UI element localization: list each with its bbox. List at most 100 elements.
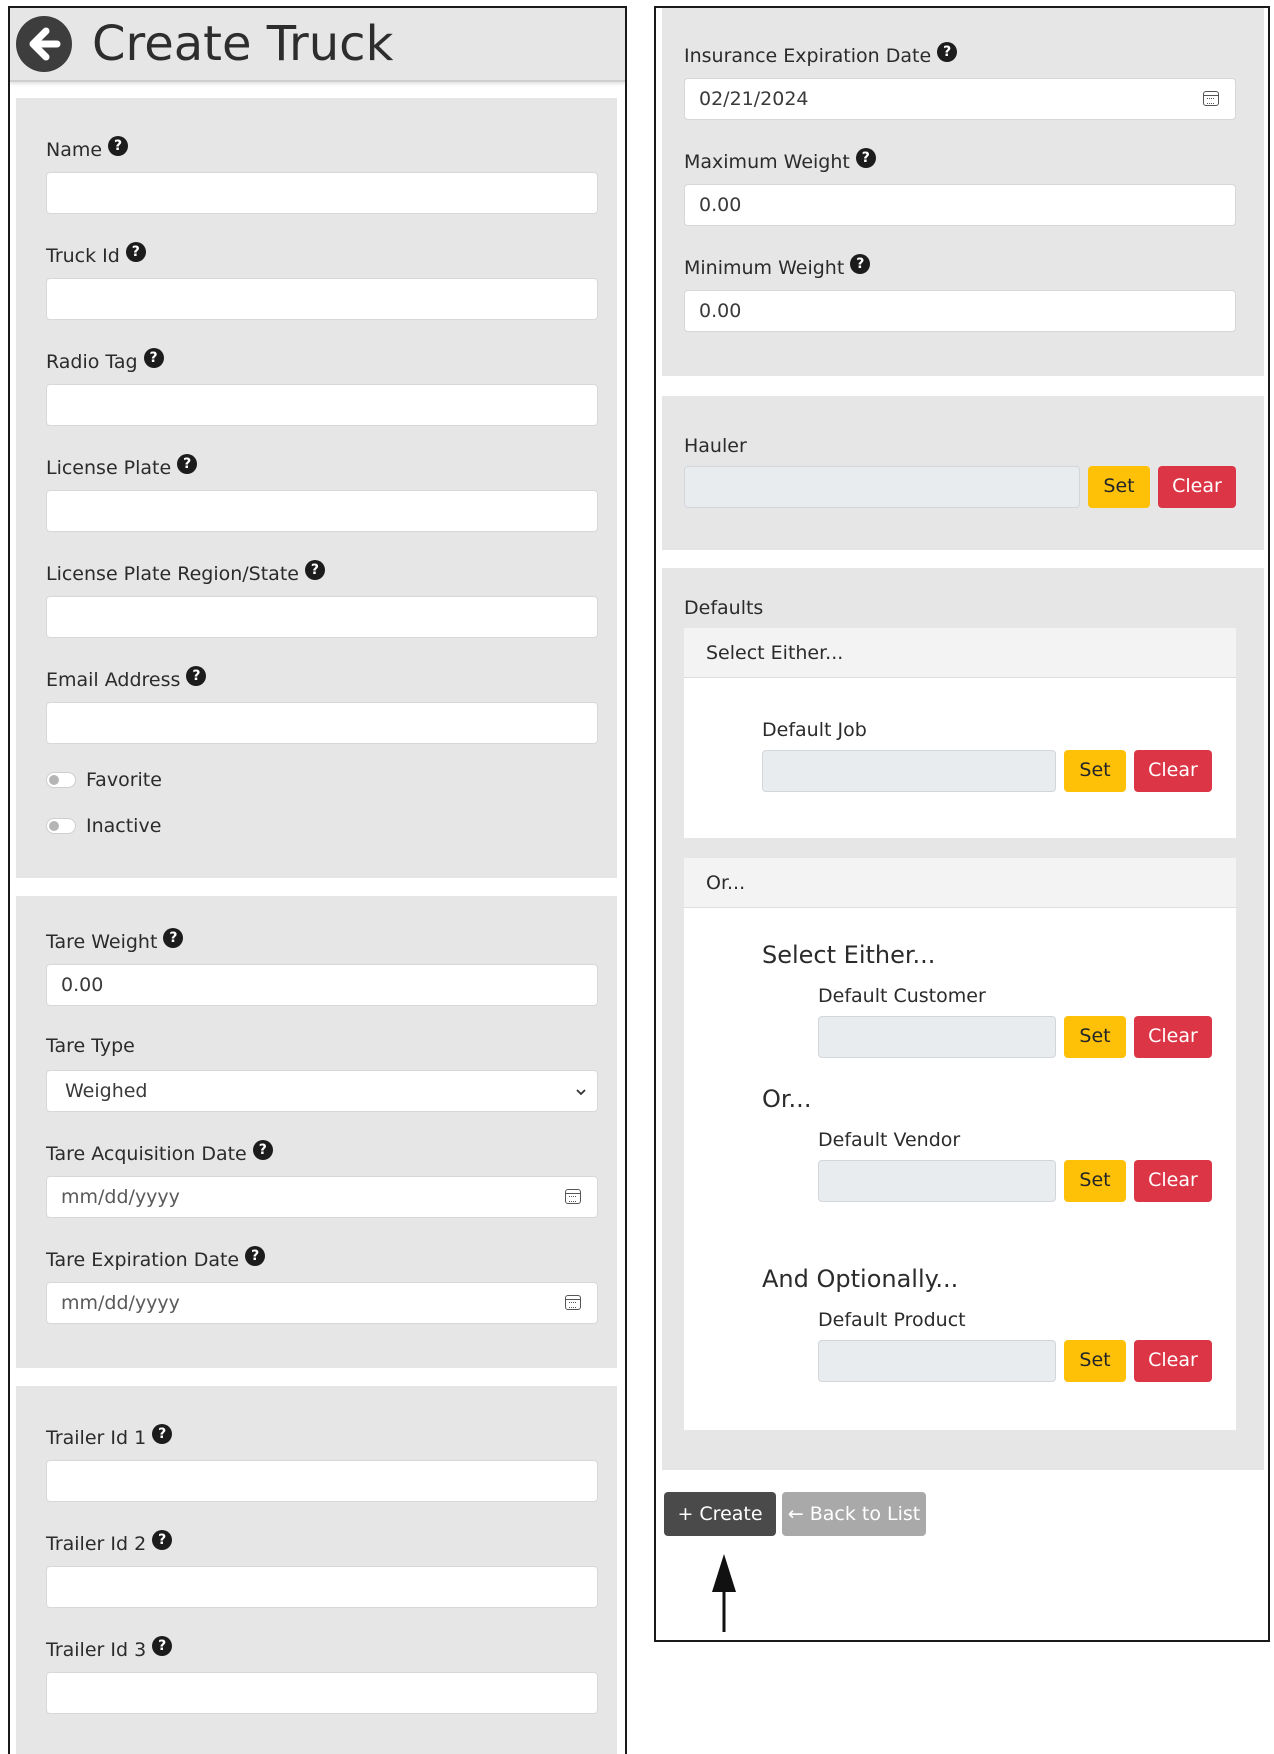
default-job-input [762, 750, 1056, 792]
insurance-date-value: 02/21/2024 [699, 88, 809, 110]
select-either-header: Select Either... [684, 628, 1236, 678]
license-plate-input[interactable] [46, 490, 598, 532]
calendar-icon[interactable] [1203, 91, 1219, 106]
help-icon[interactable]: ? [152, 1636, 173, 1656]
help-icon[interactable]: ? [245, 1246, 266, 1266]
tare-weight-label: Tare Weight? [46, 928, 184, 954]
trailer-id2-input[interactable] [46, 1566, 598, 1608]
date-placeholder: mm/dd/yyyy [61, 1186, 180, 1208]
name-input[interactable] [46, 172, 598, 214]
select-either-box: Select Either... Default Job Set Clear [684, 628, 1236, 838]
insurance-date-input[interactable]: 02/21/2024 [684, 78, 1236, 120]
default-customer-clear-button[interactable]: Clear [1134, 1016, 1212, 1058]
inner-select-either: Select Either... [762, 941, 936, 969]
and-optionally: And Optionally... [762, 1265, 959, 1293]
help-icon[interactable]: ? [143, 348, 164, 368]
help-icon[interactable]: ? [850, 254, 871, 274]
max-weight-label: Maximum Weight? [684, 148, 876, 174]
default-job-label: Default Job [762, 719, 867, 741]
hauler-card: Hauler Set Clear [662, 396, 1264, 550]
help-icon[interactable]: ? [304, 560, 325, 580]
default-product-label: Default Product [818, 1309, 966, 1331]
help-icon[interactable]: ? [152, 1530, 173, 1550]
left-panel: Create Truck Name? Truck Id? Radio Tag? … [8, 6, 627, 1754]
name-label: Name? [46, 136, 129, 162]
license-plate-label: License Plate? [46, 454, 198, 480]
tare-acq-label: Tare Acquisition Date? [46, 1140, 273, 1166]
tare-weight-input[interactable]: 0.00 [46, 964, 598, 1006]
help-icon[interactable]: ? [252, 1140, 273, 1160]
tare-exp-date-input[interactable]: mm/dd/yyyy [46, 1282, 598, 1324]
truck-id-label: Truck Id? [46, 242, 146, 268]
help-icon[interactable]: ? [177, 454, 198, 474]
email-input[interactable] [46, 702, 598, 744]
tare-card: Tare Weight? 0.00 Tare Type Weighed Tare… [16, 896, 617, 1368]
help-icon[interactable]: ? [163, 928, 184, 948]
create-button[interactable]: + Create [664, 1492, 776, 1536]
trailer-id3-input[interactable] [46, 1672, 598, 1714]
help-icon[interactable]: ? [108, 136, 129, 156]
or-header: Or... [684, 858, 1236, 908]
trailer-id2-label: Trailer Id 2? [46, 1530, 173, 1556]
default-vendor-label: Default Vendor [818, 1129, 961, 1151]
default-job-set-button[interactable]: Set [1064, 750, 1126, 792]
default-customer-label: Default Customer [818, 985, 986, 1007]
inactive-toggle[interactable] [46, 818, 76, 834]
truck-id-input[interactable] [46, 278, 598, 320]
default-product-clear-button[interactable]: Clear [1134, 1340, 1212, 1382]
tare-type-select[interactable]: Weighed [46, 1070, 598, 1112]
tare-type-value: Weighed [65, 1080, 148, 1102]
defaults-label: Defaults [684, 597, 764, 619]
inner-or: Or... [762, 1085, 812, 1113]
help-icon[interactable]: ? [125, 242, 146, 262]
min-weight-label: Minimum Weight? [684, 254, 871, 280]
trailer-id3-label: Trailer Id 3? [46, 1636, 173, 1662]
default-vendor-set-button[interactable]: Set [1064, 1160, 1126, 1202]
trailer-card: Trailer Id 1? Trailer Id 2? Trailer Id 3… [16, 1386, 617, 1754]
back-to-list-button[interactable]: ← Back to List [782, 1492, 926, 1536]
help-icon[interactable]: ? [152, 1424, 173, 1444]
calendar-icon[interactable] [565, 1295, 581, 1310]
help-icon[interactable]: ? [937, 42, 958, 62]
default-customer-set-button[interactable]: Set [1064, 1016, 1126, 1058]
radio-tag-input[interactable] [46, 384, 598, 426]
tare-acq-date-input[interactable]: mm/dd/yyyy [46, 1176, 598, 1218]
tare-type-label: Tare Type [46, 1035, 135, 1057]
favorite-toggle[interactable] [46, 772, 76, 788]
chevron-down-icon [576, 1089, 586, 1096]
default-product-set-button[interactable]: Set [1064, 1340, 1126, 1382]
tare-exp-label: Tare Expiration Date? [46, 1246, 266, 1272]
help-icon[interactable]: ? [855, 148, 876, 168]
default-vendor-input [818, 1160, 1056, 1202]
hauler-input [684, 466, 1080, 508]
hauler-set-button[interactable]: Set [1088, 466, 1150, 508]
email-label: Email Address? [46, 666, 207, 692]
calendar-icon[interactable] [565, 1189, 581, 1204]
defaults-card: Defaults Select Either... Default Job Se… [662, 568, 1264, 1470]
weights-card: Insurance Expiration Date? 02/21/2024 Ma… [662, 8, 1264, 376]
insurance-label: Insurance Expiration Date? [684, 42, 958, 68]
radio-tag-label: Radio Tag? [46, 348, 164, 374]
license-region-label: License Plate Region/State? [46, 560, 325, 586]
license-region-input[interactable] [46, 596, 598, 638]
default-vendor-clear-button[interactable]: Clear [1134, 1160, 1212, 1202]
help-icon[interactable]: ? [186, 666, 207, 686]
identity-card: Name? Truck Id? Radio Tag? License Plate… [16, 98, 617, 878]
page-header: Create Truck [10, 8, 625, 82]
hauler-clear-button[interactable]: Clear [1158, 466, 1236, 508]
page-title: Create Truck [92, 16, 394, 72]
inactive-label: Inactive [86, 815, 162, 837]
back-arrow-icon[interactable] [16, 16, 72, 72]
max-weight-input[interactable]: 0.00 [684, 184, 1236, 226]
trailer-id1-input[interactable] [46, 1460, 598, 1502]
hauler-label: Hauler [684, 435, 747, 457]
default-product-input [818, 1340, 1056, 1382]
date-placeholder: mm/dd/yyyy [61, 1292, 180, 1314]
favorite-label: Favorite [86, 769, 162, 791]
default-job-clear-button[interactable]: Clear [1134, 750, 1212, 792]
trailer-id1-label: Trailer Id 1? [46, 1424, 173, 1450]
or-box: Or... Select Either... Default Customer … [684, 858, 1236, 1430]
min-weight-input[interactable]: 0.00 [684, 290, 1236, 332]
default-customer-input [818, 1016, 1056, 1058]
up-arrow-icon [712, 1554, 736, 1632]
